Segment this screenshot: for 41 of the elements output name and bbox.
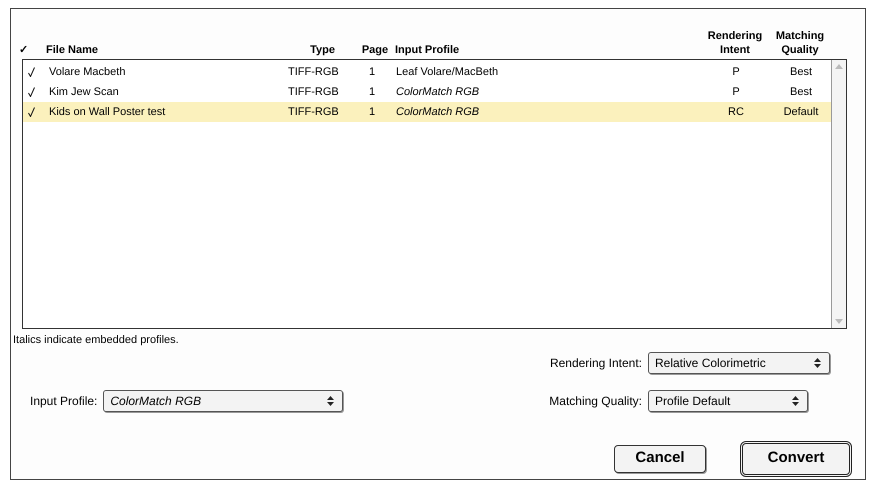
type-cell: TIFF-RGB bbox=[288, 106, 339, 118]
page-cell: 1 bbox=[369, 86, 376, 98]
quality-cell: Default bbox=[784, 106, 818, 118]
note-text: Italics indicate embedded profiles. bbox=[13, 333, 179, 348]
up-down-arrows-icon bbox=[792, 396, 799, 406]
file-row[interactable]: Kids on Wall Poster test TIFF-RGB 1 ColorMatch RGB RC Default bbox=[23, 102, 831, 122]
check-mark-icon[interactable] bbox=[28, 67, 35, 77]
push-button[interactable]: Cancel bbox=[614, 444, 706, 472]
column-header[interactable]: Input Profile bbox=[395, 42, 460, 56]
page-cell: 1 bbox=[369, 106, 376, 118]
field-label: Rendering Intent: bbox=[550, 354, 642, 372]
check-mark-icon[interactable] bbox=[28, 87, 35, 97]
check-mark-icon[interactable] bbox=[28, 107, 35, 117]
column-header[interactable]: Type bbox=[310, 42, 345, 56]
field-label: Input Profile: bbox=[30, 392, 98, 410]
popup-menu[interactable]: Relative Colorimetric bbox=[648, 352, 830, 374]
profile-cell: Leaf Volare/MacBeth bbox=[396, 66, 498, 78]
column-header[interactable]: Page bbox=[362, 42, 388, 56]
check-column-header[interactable]: ✓ bbox=[19, 42, 28, 56]
default-button[interactable]: Convert bbox=[740, 440, 852, 476]
intent-cell: RC bbox=[728, 106, 744, 118]
column-header[interactable]: File Name bbox=[46, 42, 98, 56]
file-name-cell: Kids on Wall Poster test bbox=[49, 106, 166, 118]
intent-cell: P bbox=[732, 86, 740, 98]
profile-cell: ColorMatch RGB bbox=[396, 86, 480, 98]
type-cell: TIFF-RGB bbox=[288, 66, 339, 78]
quality-cell: Best bbox=[790, 86, 812, 98]
file-name-cell: Volare Macbeth bbox=[49, 66, 126, 78]
field-label: Matching Quality: bbox=[549, 392, 642, 410]
popup-menu[interactable]: Profile Default bbox=[648, 390, 808, 412]
type-cell: TIFF-RGB bbox=[288, 86, 339, 98]
page-cell: 1 bbox=[369, 66, 376, 78]
popup-menu[interactable]: ColorMatch RGB bbox=[103, 390, 344, 412]
intent-cell: P bbox=[732, 66, 740, 78]
column-header[interactable]: Matching Quality bbox=[770, 28, 830, 56]
quality-cell: Best bbox=[790, 66, 812, 78]
up-down-arrows-icon bbox=[327, 396, 334, 406]
profile-cell: ColorMatch RGB bbox=[396, 106, 480, 118]
up-down-arrows-icon bbox=[814, 358, 821, 368]
column-header[interactable]: Rendering Intent bbox=[700, 28, 770, 56]
file-name-cell: Kim Jew Scan bbox=[49, 86, 119, 98]
